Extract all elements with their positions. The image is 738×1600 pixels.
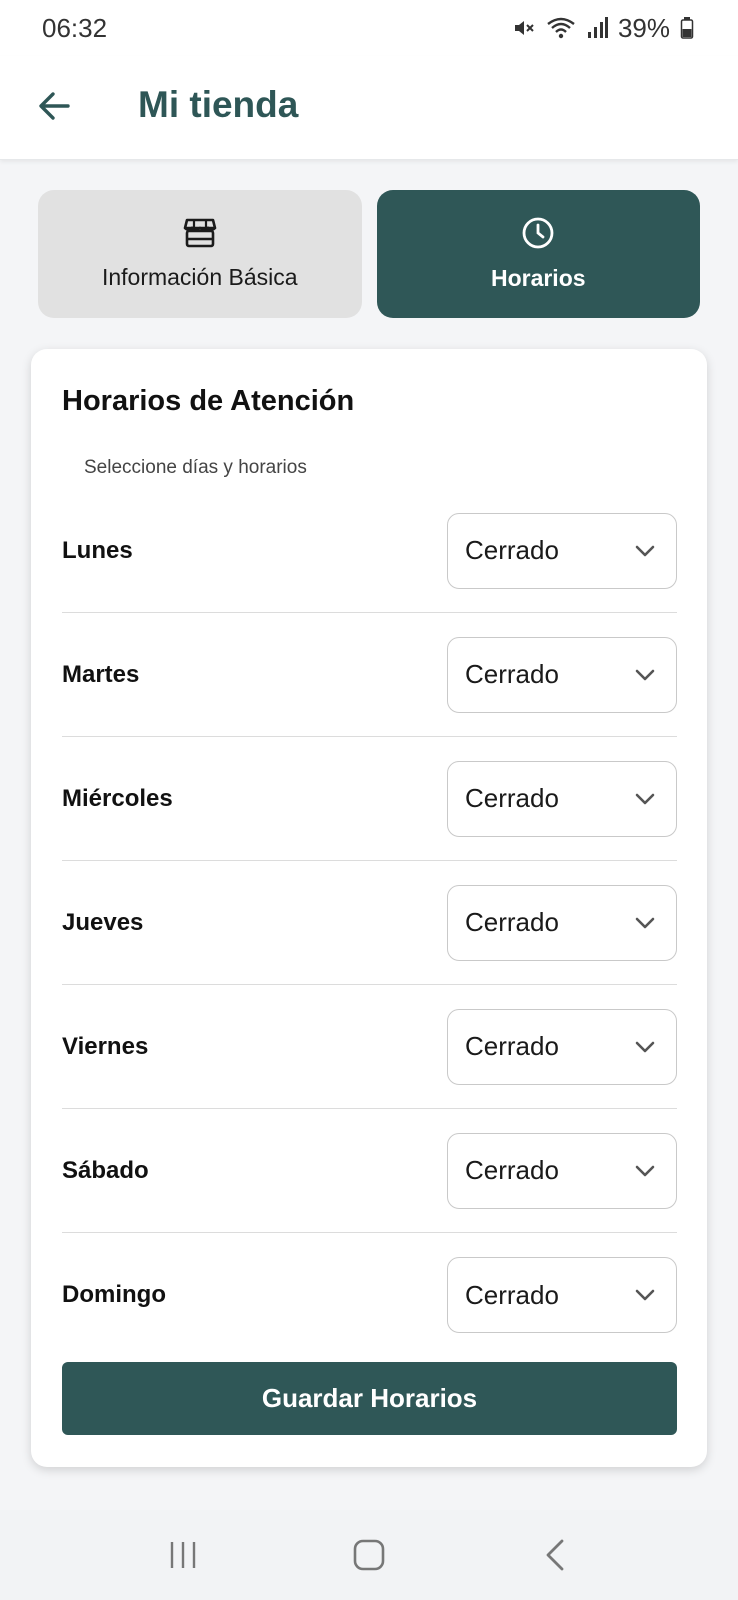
wifi-icon [546, 16, 576, 40]
status-icons: 39% [512, 13, 694, 44]
card-subtitle: Seleccione días y horarios [84, 457, 307, 478]
select-value: Cerrado [465, 1279, 559, 1310]
chevron-down-icon [635, 1041, 655, 1052]
day-label: Lunes [62, 536, 133, 564]
system-back-button[interactable] [525, 1530, 585, 1580]
day-row-viernes: Viernes Cerrado [62, 985, 677, 1109]
app-bar: Mi tienda [0, 56, 738, 160]
day-label: Domingo [62, 1281, 166, 1308]
day-label: Viernes [62, 1032, 149, 1060]
signal-icon [586, 16, 608, 40]
chevron-down-icon [635, 917, 655, 928]
select-value: Cerrado [465, 1155, 559, 1185]
recent-apps-icon [170, 1542, 196, 1568]
hours-select-domingo[interactable]: Cerrado [447, 1257, 677, 1333]
hours-select-sabado[interactable]: Cerrado [447, 1132, 677, 1209]
day-label: Sábado [62, 1156, 149, 1184]
chevron-down-icon [635, 793, 655, 804]
status-bar: 06:32 39% [0, 0, 738, 56]
select-value: Cerrado [465, 783, 559, 813]
hours-select-miercoles[interactable]: Cerrado [447, 760, 677, 837]
schedule-card: Horarios de Atención Seleccione días y h… [31, 349, 707, 1467]
battery-percent: 39% [617, 12, 670, 43]
tab-label: Horarios [490, 265, 586, 291]
status-time: 06:32 [42, 12, 108, 43]
hours-select-lunes[interactable]: Cerrado [447, 512, 677, 589]
select-value: Cerrado [465, 1031, 559, 1061]
day-row-lunes: Lunes Cerrado [62, 489, 677, 613]
mute-icon [512, 16, 536, 40]
day-row-martes: Martes Cerrado [62, 613, 677, 737]
select-value: Cerrado [465, 659, 559, 689]
tab-informacion-basica[interactable]: Información Básica [38, 190, 362, 318]
chevron-down-icon [635, 545, 655, 556]
tab-bar: Información Básica Horarios [38, 190, 700, 318]
store-icon [183, 217, 217, 254]
hours-select-jueves[interactable]: Cerrado [447, 884, 677, 961]
page-title: Mi tienda [138, 84, 299, 125]
day-list: Lunes Cerrado Martes Cerrado Miércoles C… [62, 489, 677, 1357]
chevron-left-icon [546, 1539, 564, 1571]
save-schedule-button[interactable]: Guardar Horarios [62, 1362, 677, 1435]
day-row-sabado: Sábado Cerrado [62, 1109, 677, 1233]
battery-icon [680, 16, 694, 40]
hours-select-martes[interactable]: Cerrado [447, 636, 677, 713]
card-title: Horarios de Atención [62, 385, 355, 417]
day-row-domingo: Domingo Cerrado [62, 1233, 677, 1357]
chevron-down-icon [635, 1289, 655, 1301]
hours-select-viernes[interactable]: Cerrado [447, 1008, 677, 1085]
back-button[interactable] [34, 86, 74, 126]
day-label: Martes [62, 660, 140, 688]
day-row-jueves: Jueves Cerrado [62, 861, 677, 985]
select-value: Cerrado [465, 535, 559, 565]
recent-apps-button[interactable] [153, 1530, 213, 1580]
system-nav-bar [0, 1510, 738, 1600]
day-label: Miércoles [62, 784, 173, 812]
day-label: Jueves [62, 908, 144, 936]
tab-horarios[interactable]: Horarios [376, 190, 700, 318]
chevron-down-icon [635, 669, 655, 680]
home-button[interactable] [339, 1530, 399, 1580]
arrow-left-icon [39, 92, 70, 120]
tab-label: Información Básica [101, 264, 298, 290]
home-icon [353, 1539, 385, 1571]
chevron-down-icon [635, 1165, 655, 1176]
day-row-miercoles: Miércoles Cerrado [62, 737, 677, 861]
select-value: Cerrado [465, 907, 559, 937]
clock-icon [521, 216, 555, 255]
